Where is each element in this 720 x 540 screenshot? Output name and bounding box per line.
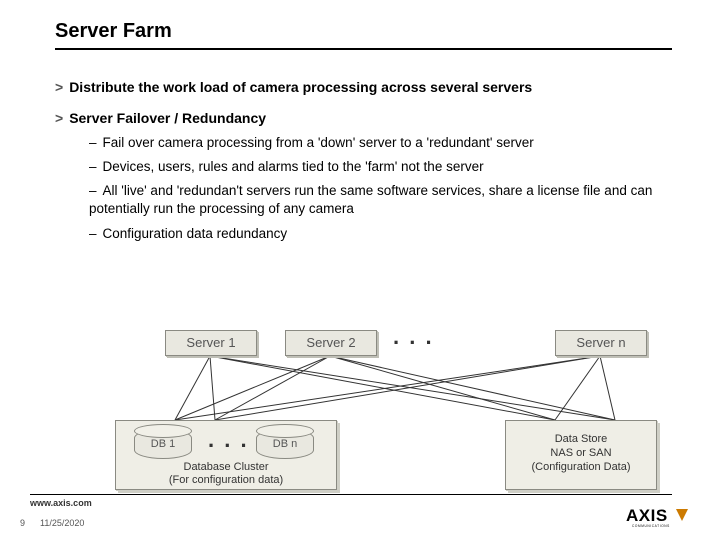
bullet-distribute: > Distribute the work load of camera proc… xyxy=(55,78,672,97)
logo-word: AXIS xyxy=(626,506,668,525)
footer-rule xyxy=(30,494,672,495)
bullet-text: Distribute the work load of camera proce… xyxy=(69,79,532,95)
dash-icon: – xyxy=(89,226,97,241)
slide-title: Server Farm xyxy=(55,20,172,43)
dbn-cylinder: DB n xyxy=(256,429,314,459)
footer-url: www.axis.com xyxy=(30,498,92,508)
bullet-failover: > Server Failover / Redundancy xyxy=(55,109,672,128)
dash-icon: – xyxy=(89,135,97,150)
db1-cylinder: DB 1 xyxy=(134,429,192,459)
dash-icon: – xyxy=(89,159,97,174)
axis-logo: AXIS COMMUNICATIONS xyxy=(626,506,690,530)
db-cluster-panel: DB 1 . . . DB n Database Cluster (For co… xyxy=(115,420,337,490)
slide: Server Farm > Distribute the work load of… xyxy=(0,0,720,540)
title-rule xyxy=(55,48,672,50)
subbullet-4: –Configuration data redundancy xyxy=(89,225,672,243)
dash-icon: – xyxy=(89,183,97,198)
db1-label: DB 1 xyxy=(135,438,191,450)
dbn-label: DB n xyxy=(257,438,313,450)
ds-l1: Data Store xyxy=(555,433,608,445)
ellipsis-top: . . . xyxy=(393,324,434,350)
server-1-box: Server 1 xyxy=(165,330,257,356)
subbullet-text: All 'live' and 'redundan't servers run t… xyxy=(89,183,652,216)
diagram: Server 1 Server 2 . . . Server n DB 1 . … xyxy=(55,330,672,500)
ds-l3: (Configuration Data) xyxy=(531,461,630,473)
cluster-caption-l2: (For configuration data) xyxy=(169,474,283,486)
subbullet-text: Fail over camera processing from a 'down… xyxy=(103,135,534,150)
logo-triangle-icon xyxy=(676,509,688,521)
ds-l2: NAS or SAN xyxy=(550,447,611,459)
subbullet-3: –All 'live' and 'redundan't servers run … xyxy=(89,182,672,218)
content-body: > Distribute the work load of camera proc… xyxy=(55,70,672,243)
footer-date: 11/25/2020 xyxy=(40,518,84,528)
subbullet-text: Devices, users, rules and alarms tied to… xyxy=(103,159,484,174)
chevron-icon: > xyxy=(55,110,63,126)
page-number: 9 xyxy=(20,518,25,528)
cluster-caption-l1: Database Cluster xyxy=(184,461,269,473)
ellipsis-mid: . . . xyxy=(208,427,249,453)
subbullet-1: –Fail over camera processing from a 'dow… xyxy=(89,134,672,152)
logo-tagline: COMMUNICATIONS xyxy=(632,524,670,528)
server-2-box: Server 2 xyxy=(285,330,377,356)
server-n-box: Server n xyxy=(555,330,647,356)
subbullet-text: Configuration data redundancy xyxy=(103,226,288,241)
chevron-icon: > xyxy=(55,79,63,95)
bullet-text: Server Failover / Redundancy xyxy=(69,110,266,126)
data-store-caption: Data Store NAS or SAN (Configuration Dat… xyxy=(506,433,656,474)
subbullet-2: –Devices, users, rules and alarms tied t… xyxy=(89,158,672,176)
cluster-caption: Database Cluster (For configuration data… xyxy=(86,461,366,487)
data-store-panel: Data Store NAS or SAN (Configuration Dat… xyxy=(505,420,657,490)
